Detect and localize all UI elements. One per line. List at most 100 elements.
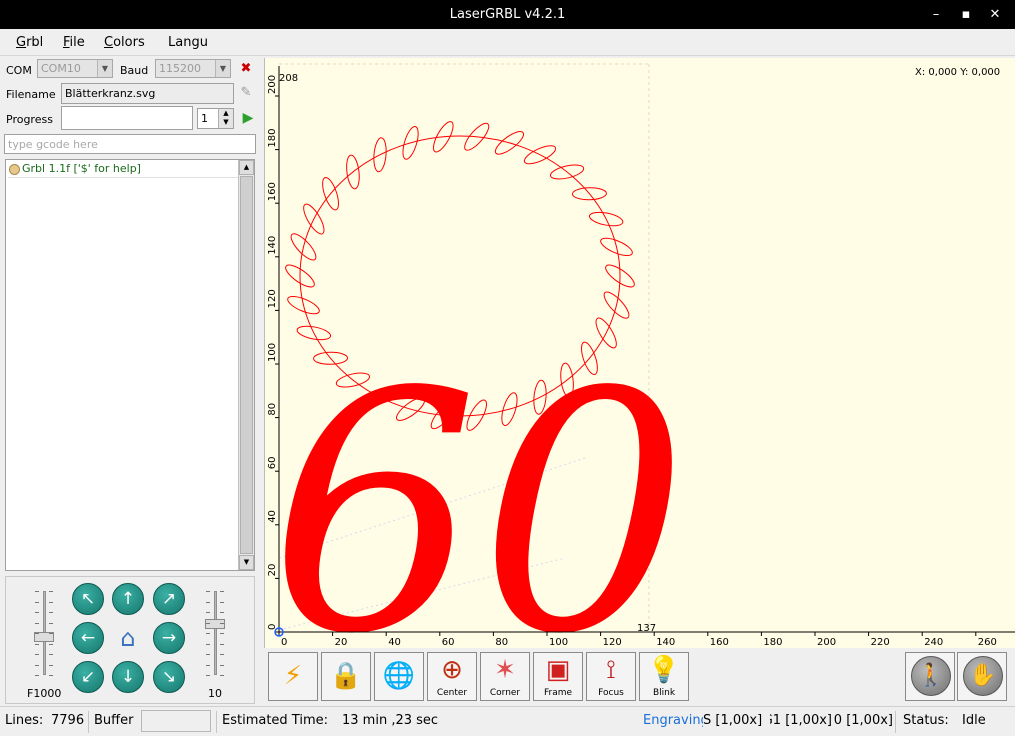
y-tick-label: 120 xyxy=(267,289,278,308)
title-bar: LaserGRBL v4.2.1 – ▪ ✕ xyxy=(0,0,1015,29)
g0-override[interactable]: G0 [1,00x] xyxy=(833,713,893,728)
stop-hand-icon: ✋ xyxy=(963,656,1003,696)
g1-override[interactable]: G1 [1,00x] xyxy=(770,713,832,728)
home-icon[interactable]: ⌂ xyxy=(112,622,144,654)
menu-file[interactable]: File xyxy=(63,35,85,50)
crosshair-icon: ⊕ xyxy=(441,655,463,685)
scroll-thumb[interactable] xyxy=(240,176,253,554)
speed-slider[interactable] xyxy=(32,591,56,676)
estimated-time-label: Estimated Time: xyxy=(222,713,328,728)
x-tick-label: 240 xyxy=(924,637,943,648)
menu-language[interactable]: Langu xyxy=(168,35,208,50)
jog-down-right-button[interactable]: ↘ xyxy=(153,661,185,693)
padlock-icon: 🔒 xyxy=(329,661,363,691)
x-tick-label: 20 xyxy=(335,637,348,648)
spindle-override[interactable]: S [1,00x] xyxy=(703,713,769,728)
window-title: LaserGRBL v4.2.1 xyxy=(449,7,566,22)
jog-right-button[interactable]: → xyxy=(153,622,185,654)
minimize-button[interactable]: – xyxy=(926,5,946,25)
x-tick-label: 60 xyxy=(442,637,455,648)
menu-colors[interactable]: Colors xyxy=(104,35,145,50)
console-scrollbar[interactable]: ▲ ▼ xyxy=(238,160,254,570)
center-button-label: Center xyxy=(436,688,468,698)
jog-left-button[interactable]: ← xyxy=(72,622,104,654)
corner-button-label: Corner xyxy=(489,688,521,698)
jog-down-button[interactable]: ↓ xyxy=(112,661,144,693)
filename-field[interactable]: Blätterkranz.svg xyxy=(61,83,234,104)
y-tick-label: 40 xyxy=(267,510,278,523)
corner-icon: ✶ xyxy=(494,655,516,685)
preview-canvas[interactable]: 60 0 20 40 60 80 100 120 140 160 180 200 220 240 260 … xyxy=(264,58,1015,648)
jog-up-right-button[interactable]: ↗ xyxy=(153,583,185,615)
jog-up-left-button[interactable]: ↖ xyxy=(72,583,104,615)
x-tick-label: 160 xyxy=(710,637,729,648)
jog-up-button[interactable]: ↑ xyxy=(112,583,144,615)
run-program-icon[interactable]: ▶ xyxy=(239,109,257,127)
chevron-down-icon: ▼ xyxy=(215,60,230,77)
y-tick-label: 200 xyxy=(267,75,278,94)
menu-bar: Grbl File Colors Langu xyxy=(0,29,1015,56)
com-value: COM10 xyxy=(41,62,81,75)
blink-button-label: Blink xyxy=(652,688,676,698)
center-button[interactable]: ⊕ Center xyxy=(427,652,477,701)
mode-indicator: Engraving xyxy=(643,713,703,728)
unlock-button[interactable]: 🔒 xyxy=(321,652,371,701)
jog-panel: F1000 ↖ ↑ ↗ ← ⌂ → ↙ ↓ ↘ 10 xyxy=(5,576,255,704)
lightbulb-icon: 💡 xyxy=(647,655,681,685)
y-tick-label: 60 xyxy=(267,456,278,469)
console-log: Grbl 1.1f ['$' for help] ▲ ▼ xyxy=(5,159,255,571)
copies-stepper[interactable]: 1 ▲ ▼ xyxy=(197,108,234,129)
x-tick-label: 220 xyxy=(871,637,890,648)
preview-svg[interactable]: 60 0 20 40 60 80 100 120 140 160 180 200 220 240 260 … xyxy=(265,58,1015,648)
design-numeral: 60 xyxy=(269,322,689,648)
coordinate-readout: X: 0,000 Y: 0,000 xyxy=(915,67,1000,78)
chevron-down-icon: ▼ xyxy=(97,60,112,77)
y-tick-label: 180 xyxy=(267,129,278,148)
close-button[interactable]: ✕ xyxy=(985,5,1005,25)
frame-icon: ▣ xyxy=(545,655,571,685)
buffer-meter xyxy=(141,710,211,732)
globe-button[interactable]: 🌐 xyxy=(374,652,424,701)
step-label: 10 xyxy=(208,687,222,700)
open-file-icon[interactable]: ✎ xyxy=(237,84,255,102)
scroll-up-icon[interactable]: ▲ xyxy=(239,160,254,175)
jog-down-left-button[interactable]: ↙ xyxy=(72,661,104,693)
x-tick-label: 0 xyxy=(281,637,287,648)
maximize-button[interactable]: ▪ xyxy=(956,5,976,25)
estimated-time-value: 13 min ,23 sec xyxy=(342,713,439,728)
x-tick-label: 260 xyxy=(978,637,997,648)
focus-button-label: Focus xyxy=(598,688,624,698)
lines-label: Lines: xyxy=(5,713,44,728)
gcode-input[interactable]: type gcode here xyxy=(4,134,256,154)
menu-grbl[interactable]: Grbl xyxy=(16,35,43,50)
x-tick-label: 80 xyxy=(495,637,508,648)
lines-value: 7796 xyxy=(51,713,85,728)
walk-button[interactable]: 🚶 xyxy=(905,652,955,701)
status-bar: Lines: 7796 Buffer Estimated Time: 13 mi… xyxy=(0,706,1015,736)
baud-select[interactable]: 115200 ▼ xyxy=(155,59,231,78)
frame-button[interactable]: ▣ Frame xyxy=(533,652,583,701)
engrave-button[interactable]: ⚡ xyxy=(268,652,318,701)
y-max-label: 208 xyxy=(279,73,298,84)
scroll-down-icon[interactable]: ▼ xyxy=(239,555,254,570)
step-slider[interactable] xyxy=(203,591,227,676)
walking-person-icon: 🚶 xyxy=(911,656,951,696)
progress-label: Progress xyxy=(6,113,53,126)
progress-bar xyxy=(61,106,193,130)
step-slider-knob[interactable] xyxy=(205,619,225,630)
corner-button[interactable]: ✶ Corner xyxy=(480,652,530,701)
connect-icon[interactable]: ✖ xyxy=(237,60,255,78)
y-tick-label: 140 xyxy=(267,236,278,255)
focus-button[interactable]: ⟟ Focus xyxy=(586,652,636,701)
com-label: COM xyxy=(6,64,32,77)
x-tick-label: 200 xyxy=(817,637,836,648)
action-toolbar: ⚡ 🔒 🌐 ⊕ Center ✶ Corner ▣ Frame ⟟ Focus 💡 Blink 🚶 ✋ xyxy=(264,648,1015,706)
blink-button[interactable]: 💡 Blink xyxy=(639,652,689,701)
buffer-label: Buffer xyxy=(94,713,134,728)
filename-label: Filename xyxy=(6,88,56,101)
log-line: Grbl 1.1f ['$' for help] xyxy=(8,162,238,178)
com-select[interactable]: COM10 ▼ xyxy=(37,59,113,78)
y-tick-label: 160 xyxy=(267,182,278,201)
emergency-stop-button[interactable]: ✋ xyxy=(957,652,1007,701)
spin-icon[interactable]: ▲ ▼ xyxy=(218,109,233,128)
